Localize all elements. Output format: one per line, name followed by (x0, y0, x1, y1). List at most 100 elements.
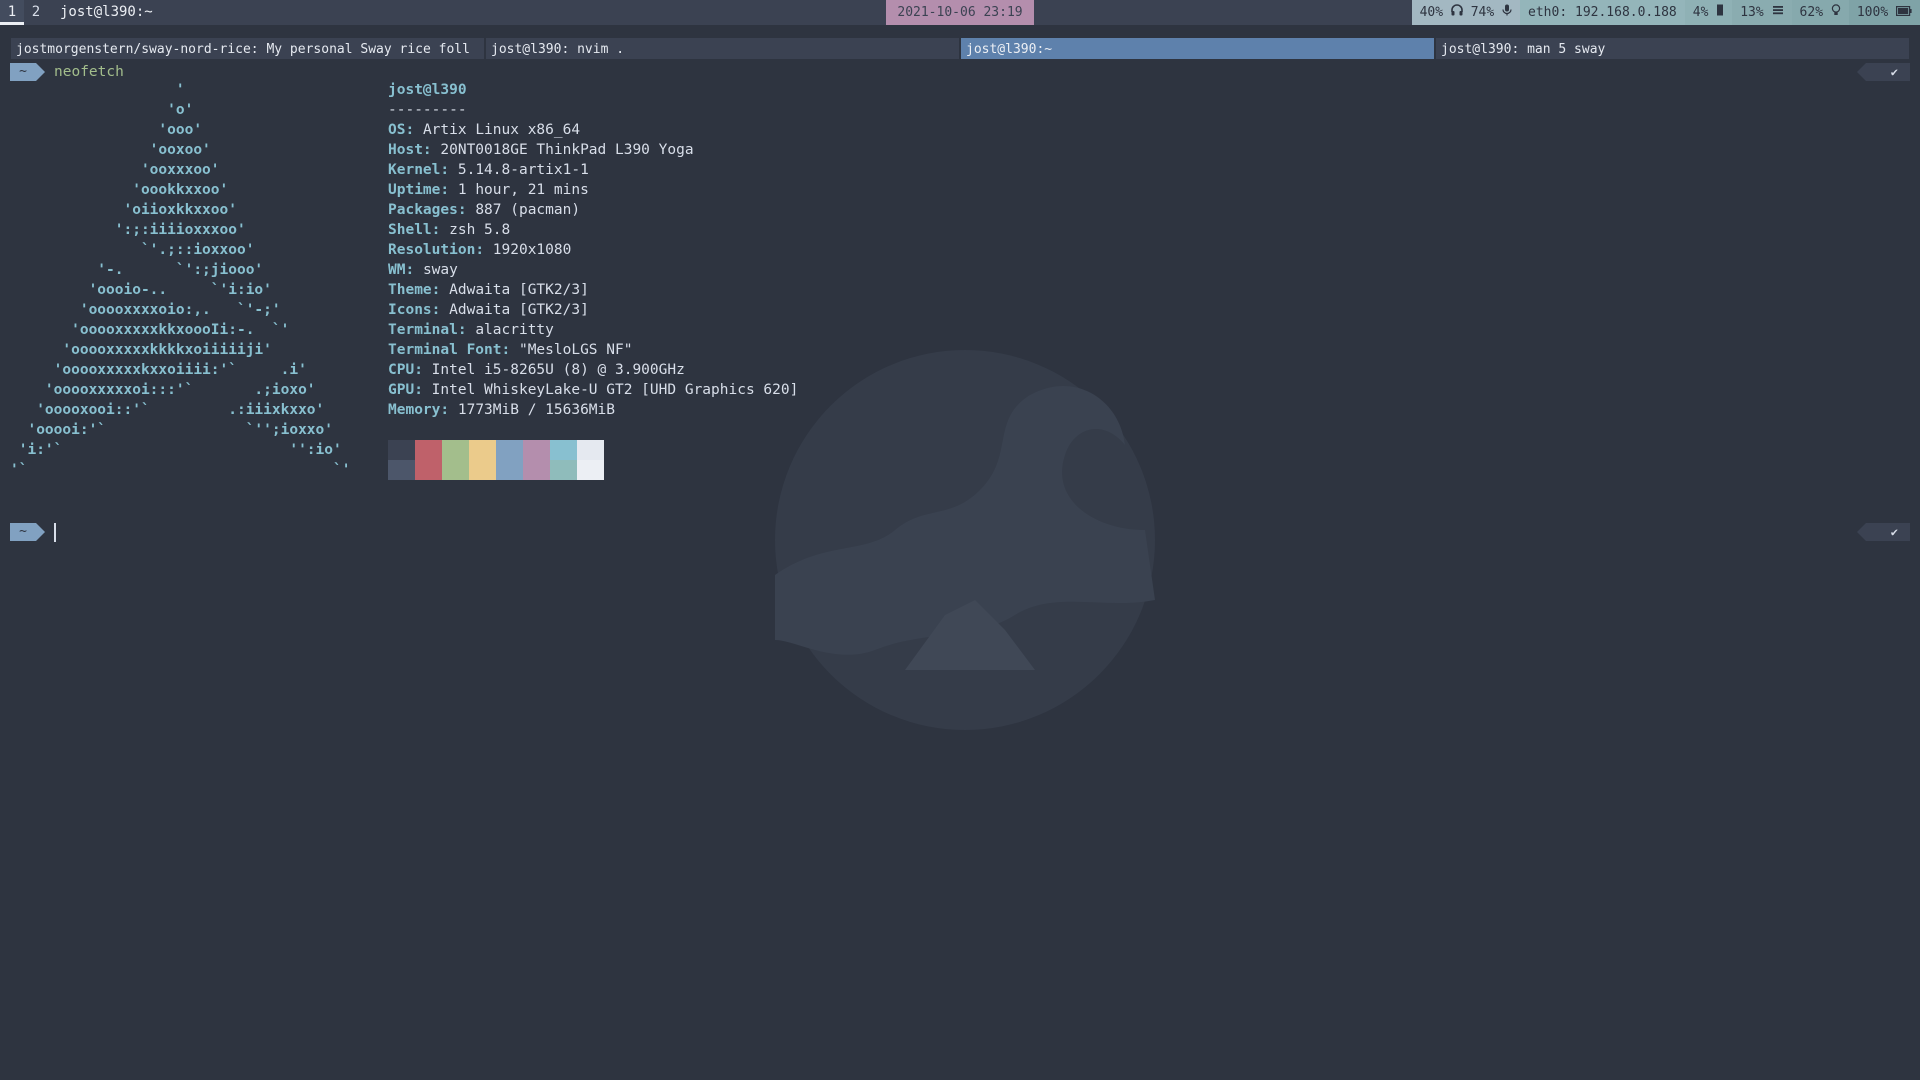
info-key: Packages (388, 202, 458, 218)
tab-bar: jostmorgenstern/sway-nord-rice: My perso… (10, 37, 1910, 60)
prompt-dir-badge: ~ (10, 63, 45, 81)
battery-icon (1896, 0, 1912, 25)
color-swatch-bottom-1 (415, 460, 442, 480)
info-row: Terminal: alacritty (388, 320, 798, 340)
info-colon: : (457, 202, 476, 218)
text-cursor[interactable] (54, 522, 56, 542)
info-colon: : (440, 162, 458, 178)
info-key: Uptime (388, 182, 441, 198)
info-value: 1773MiB / 15636MiB (457, 402, 615, 418)
audio-module[interactable]: 40% 74% (1411, 0, 1521, 25)
info-colon: : (457, 322, 476, 338)
info-row: Uptime: 1 hour, 21 mins (388, 180, 798, 200)
tab-terminal-home[interactable]: jost@l390:~ (960, 37, 1435, 60)
cpu-value: 4% (1692, 5, 1709, 20)
info-value: "MesloLGS NF" (518, 342, 633, 358)
info-key: Kernel (388, 162, 441, 178)
volume-value: 40% (1419, 5, 1444, 20)
network-module[interactable]: eth0: 192.168.0.188 (1520, 0, 1685, 25)
focused-window-title: jost@l390:~ (60, 4, 153, 20)
info-colon: : (431, 302, 450, 318)
neofetch-info: jost@l390 --------- OS: Artix Linux x86_… (388, 80, 798, 420)
battery-module[interactable]: 100% (1848, 0, 1920, 25)
info-row: Shell: zsh 5.8 (388, 220, 798, 240)
info-colon: : (414, 362, 432, 378)
color-swatch-top-7 (577, 440, 604, 460)
workspace-2[interactable]: 2 (24, 0, 48, 25)
info-value: Intel i5-8265U (8) @ 3.900GHz (431, 362, 685, 378)
brightness-value: 62% (1799, 5, 1824, 20)
cpu-module[interactable]: 4% (1684, 0, 1733, 25)
headphone-value: 74% (1470, 5, 1495, 20)
battery-value: 100% (1856, 5, 1889, 20)
info-row: Theme: Adwaita [GTK2/3] (388, 280, 798, 300)
color-palette (388, 440, 604, 480)
info-value: 1 hour, 21 mins (457, 182, 589, 198)
color-swatch-bottom-7 (577, 460, 604, 480)
info-value: zsh 5.8 (449, 222, 511, 238)
info-key: Terminal Font (388, 342, 502, 358)
info-key: Shell (388, 222, 432, 238)
info-value: Adwaita [GTK2/3] (449, 302, 589, 318)
info-value: 1920x1080 (492, 242, 572, 258)
info-row: Terminal Font: "MesloLGS NF" (388, 340, 798, 360)
info-row: Host: 20NT0018GE ThinkPad L390 Yoga (388, 140, 798, 160)
info-value: 20NT0018GE ThinkPad L390 Yoga (440, 142, 694, 158)
terminal-window[interactable]: ~ neofetch ✔ ' 'o' 'ooo' 'ooxoo' 'ooxxxo… (0, 60, 1920, 1080)
brightness-module[interactable]: 62% (1791, 0, 1849, 25)
wave-wallpaper-image (775, 350, 1155, 730)
headphone-icon (1451, 0, 1463, 25)
color-swatch-bottom-0 (388, 460, 415, 480)
microphone-icon (1502, 0, 1512, 25)
workspace-1[interactable]: 1 (0, 0, 24, 25)
color-swatch-bottom-6 (550, 460, 577, 480)
tab-firefox-sway-nord-rice[interactable]: jostmorgenstern/sway-nord-rice: My perso… (10, 37, 485, 60)
info-value: 5.14.8-artix1-1 (457, 162, 589, 178)
info-row: WM: sway (388, 260, 798, 280)
info-colon: : (422, 142, 441, 158)
right-prompt-status: ✔ (1857, 523, 1910, 541)
info-row: Packages: 887 (pacman) (388, 200, 798, 220)
color-swatch-top-6 (550, 440, 577, 460)
prompt-line-active: ~ (10, 522, 56, 542)
info-colon: : (405, 122, 423, 138)
info-value: alacritty (475, 322, 554, 338)
info-row: Memory: 1773MiB / 15636MiB (388, 400, 798, 420)
tab-man-sway[interactable]: jost@l390: man 5 sway (1435, 37, 1910, 60)
color-swatch-top-3 (469, 440, 496, 460)
tab-nvim[interactable]: jost@l390: nvim . (485, 37, 960, 60)
info-colon: : (431, 282, 450, 298)
workspace-list: 1 2 jost@l390:~ (0, 0, 153, 25)
info-colon: : (431, 222, 450, 238)
info-separator: --------- (388, 102, 467, 118)
info-row: Kernel: 5.14.8-artix1-1 (388, 160, 798, 180)
artix-ascii-logo: ' 'o' 'ooo' 'ooxoo' 'ooxxxoo' 'oookkxxoo… (10, 82, 351, 478)
info-key: Memory (388, 402, 441, 418)
color-swatch-top-2 (442, 440, 469, 460)
network-value: eth0: 192.168.0.188 (1528, 5, 1677, 20)
info-value: 887 (pacman) (475, 202, 581, 218)
lightbulb-icon (1831, 0, 1841, 25)
color-swatch-bottom-2 (442, 460, 469, 480)
memory-icon (1772, 0, 1784, 25)
info-colon: : (501, 342, 519, 358)
info-value: Adwaita [GTK2/3] (449, 282, 589, 298)
sway-bar: 1 2 jost@l390:~ 2021-10-06 23:19 40% 74%… (0, 0, 1920, 25)
info-key: WM (388, 262, 406, 278)
memory-value: 13% (1740, 5, 1764, 20)
user-host: jost@l390 (388, 82, 467, 98)
info-key: GPU (388, 382, 415, 398)
info-key: Theme (388, 282, 432, 298)
info-key: Host (388, 142, 423, 158)
clock[interactable]: 2021-10-06 23:19 (886, 0, 1034, 25)
info-key: Icons (388, 302, 432, 318)
info-value: Artix Linux x86_64 (422, 122, 581, 138)
info-row: OS: Artix Linux x86_64 (388, 120, 798, 140)
right-prompt-status: ✔ (1857, 63, 1910, 81)
info-row: Resolution: 1920x1080 (388, 240, 798, 260)
info-value: sway (422, 262, 458, 278)
cpu-icon (1716, 0, 1724, 25)
info-colon: : (440, 402, 458, 418)
info-colon: : (405, 262, 423, 278)
memory-module[interactable]: 13% (1732, 0, 1792, 25)
